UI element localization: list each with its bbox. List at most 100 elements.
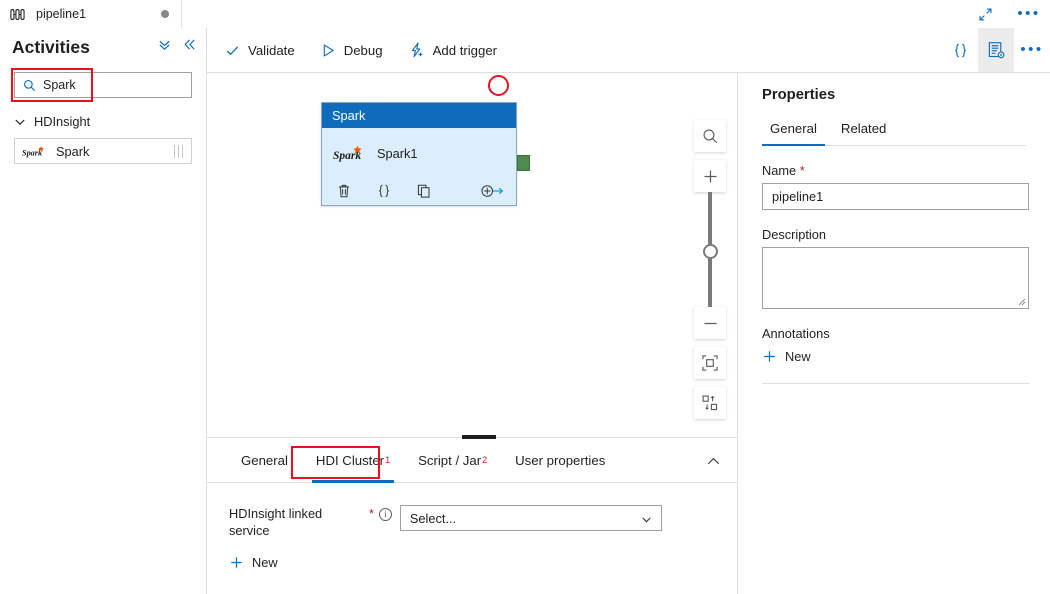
- activities-header-actions: [158, 38, 196, 51]
- validate-button[interactable]: Validate: [225, 43, 295, 58]
- annotations-label: Annotations: [762, 326, 1026, 341]
- zoom-out-icon[interactable]: [694, 307, 726, 339]
- new-linked-service-button[interactable]: New: [229, 555, 737, 570]
- node-name-row: Spark Spark1: [322, 128, 516, 162]
- pipeline-icon: [10, 8, 28, 21]
- info-icon[interactable]: i: [379, 508, 392, 521]
- node-body: Spark Spark1: [322, 128, 516, 206]
- description-field-label: Description: [762, 227, 1026, 242]
- tab-hdi-cluster[interactable]: HDI Cluster 1: [302, 438, 404, 483]
- clone-icon[interactable]: [416, 183, 432, 199]
- pipeline-toolbar: Validate Debug Add trigger: [207, 28, 1050, 73]
- apache-spark-logo-icon: Spark: [22, 145, 48, 158]
- tab-hdi-cluster-label: HDI Cluster: [316, 453, 384, 468]
- tab-script-jar[interactable]: Script / Jar 2: [404, 438, 501, 483]
- tabstrip-actions: •••: [972, 0, 1042, 28]
- new-annotation-button[interactable]: New: [762, 349, 1026, 364]
- search-icon: [23, 79, 36, 92]
- canvas-zoom-controls: [694, 120, 726, 419]
- azure-data-factory-pipeline-editor: pipeline1 ••• Activities: [0, 0, 1050, 594]
- delete-icon[interactable]: [336, 183, 352, 199]
- curly-braces-icon[interactable]: [942, 28, 978, 72]
- debug-label: Debug: [344, 43, 383, 58]
- tab-script-jar-label: Script / Jar: [418, 453, 481, 468]
- sidebar-group-hdinsight[interactable]: HDInsight: [14, 114, 192, 129]
- tab-user-properties-label: User properties: [515, 453, 605, 468]
- search-input-value: Spark: [43, 78, 76, 92]
- checkmark-icon: [225, 43, 240, 58]
- description-textarea[interactable]: [762, 247, 1029, 309]
- chevron-down-icon: [641, 514, 652, 525]
- node-name-label: Spark1: [377, 146, 418, 161]
- pipeline-tabstrip: pipeline1 •••: [0, 0, 1050, 28]
- auto-layout-icon[interactable]: [694, 387, 726, 419]
- zoom-slider[interactable]: [694, 192, 726, 307]
- required-asterisk: *: [369, 507, 374, 521]
- select-value: Select...: [410, 511, 456, 526]
- activities-title: Activities: [12, 37, 90, 58]
- fit-to-screen-icon[interactable]: [694, 347, 726, 379]
- new-annotation-label: New: [785, 349, 811, 364]
- activities-sidebar: Activities: [0, 28, 207, 594]
- double-chevron-down-icon[interactable]: [158, 38, 171, 51]
- lightning-bolt-plus-icon: [409, 42, 425, 58]
- zoom-slider-knob[interactable]: [703, 244, 718, 259]
- toolbar-right-actions: •••: [942, 28, 1050, 72]
- activity-config-pane: General HDI Cluster 1 Script / Jar 2 Use…: [207, 437, 738, 594]
- add-trigger-button[interactable]: Add trigger: [409, 42, 498, 58]
- sidebar-item-label: Spark: [56, 144, 89, 159]
- properties-tab-general[interactable]: General: [762, 121, 825, 145]
- config-tabs: General HDI Cluster 1 Script / Jar 2 Use…: [207, 438, 737, 483]
- name-input[interactable]: pipeline1: [762, 183, 1029, 210]
- node-output-connector[interactable]: [517, 155, 530, 171]
- resize-grip-icon[interactable]: [1017, 297, 1026, 306]
- name-required-asterisk: *: [800, 163, 805, 178]
- play-triangle-icon: [321, 43, 336, 58]
- activities-header: Activities: [0, 28, 206, 66]
- annotation-circle: [488, 75, 509, 96]
- hdinsight-linked-service-select[interactable]: Select...: [400, 505, 662, 531]
- name-label-text: Name: [762, 163, 796, 178]
- add-output-icon[interactable]: [480, 183, 506, 199]
- properties-title: Properties: [762, 87, 1026, 103]
- debug-button[interactable]: Debug: [321, 43, 383, 58]
- sidebar-item-spark[interactable]: Spark Spark: [14, 138, 192, 164]
- drag-handle-icon[interactable]: [174, 145, 184, 158]
- properties-panel-icon[interactable]: [978, 28, 1014, 72]
- tab-user-properties[interactable]: User properties: [501, 438, 619, 483]
- hdi-cluster-form: HDInsight linked service * i Select...: [207, 483, 737, 570]
- properties-tab-related[interactable]: Related: [833, 121, 894, 145]
- tabstrip-empty-area: [182, 0, 1050, 28]
- apache-spark-logo-icon: Spark: [333, 145, 367, 162]
- tab-general-label: General: [241, 453, 288, 468]
- tab-pipeline1[interactable]: pipeline1: [0, 0, 182, 28]
- hdinsight-linked-service-row: HDInsight linked service * i Select...: [229, 505, 737, 539]
- ellipsis-icon-top[interactable]: •••: [1016, 1, 1042, 27]
- control-gap-3: [694, 379, 726, 387]
- zoom-in-icon[interactable]: [694, 160, 726, 192]
- tab-general[interactable]: General: [227, 438, 302, 483]
- chevron-up-icon[interactable]: [706, 454, 721, 469]
- properties-panel: Properties General Related Name * pipeli…: [738, 73, 1050, 594]
- annotation-superscript-1: 1: [385, 455, 390, 465]
- chevron-down-icon: [14, 116, 26, 128]
- properties-divider: [762, 383, 1029, 384]
- annotation-superscript-2: 2: [482, 455, 487, 465]
- control-gap-2: [694, 339, 726, 347]
- tab-label: pipeline1: [36, 7, 86, 21]
- double-chevron-left-icon[interactable]: [183, 38, 196, 51]
- activity-node-spark1[interactable]: Spark Spark Spark1: [321, 102, 517, 206]
- pipeline-canvas[interactable]: Spark Spark Spark1: [207, 73, 738, 437]
- zoom-search-icon[interactable]: [694, 120, 726, 152]
- validate-label: Validate: [248, 43, 295, 58]
- search-input[interactable]: Spark: [14, 72, 192, 98]
- node-action-bar: [322, 183, 516, 199]
- code-braces-icon[interactable]: [376, 183, 392, 199]
- expand-diagonal-icon[interactable]: [972, 1, 998, 27]
- add-trigger-label: Add trigger: [433, 43, 498, 58]
- new-linked-service-label: New: [252, 555, 278, 570]
- activities-search-wrap: Spark: [14, 72, 192, 98]
- properties-tab-related-label: Related: [841, 121, 886, 136]
- ellipsis-icon-toolbar[interactable]: •••: [1014, 28, 1050, 72]
- node-header: Spark: [322, 103, 516, 128]
